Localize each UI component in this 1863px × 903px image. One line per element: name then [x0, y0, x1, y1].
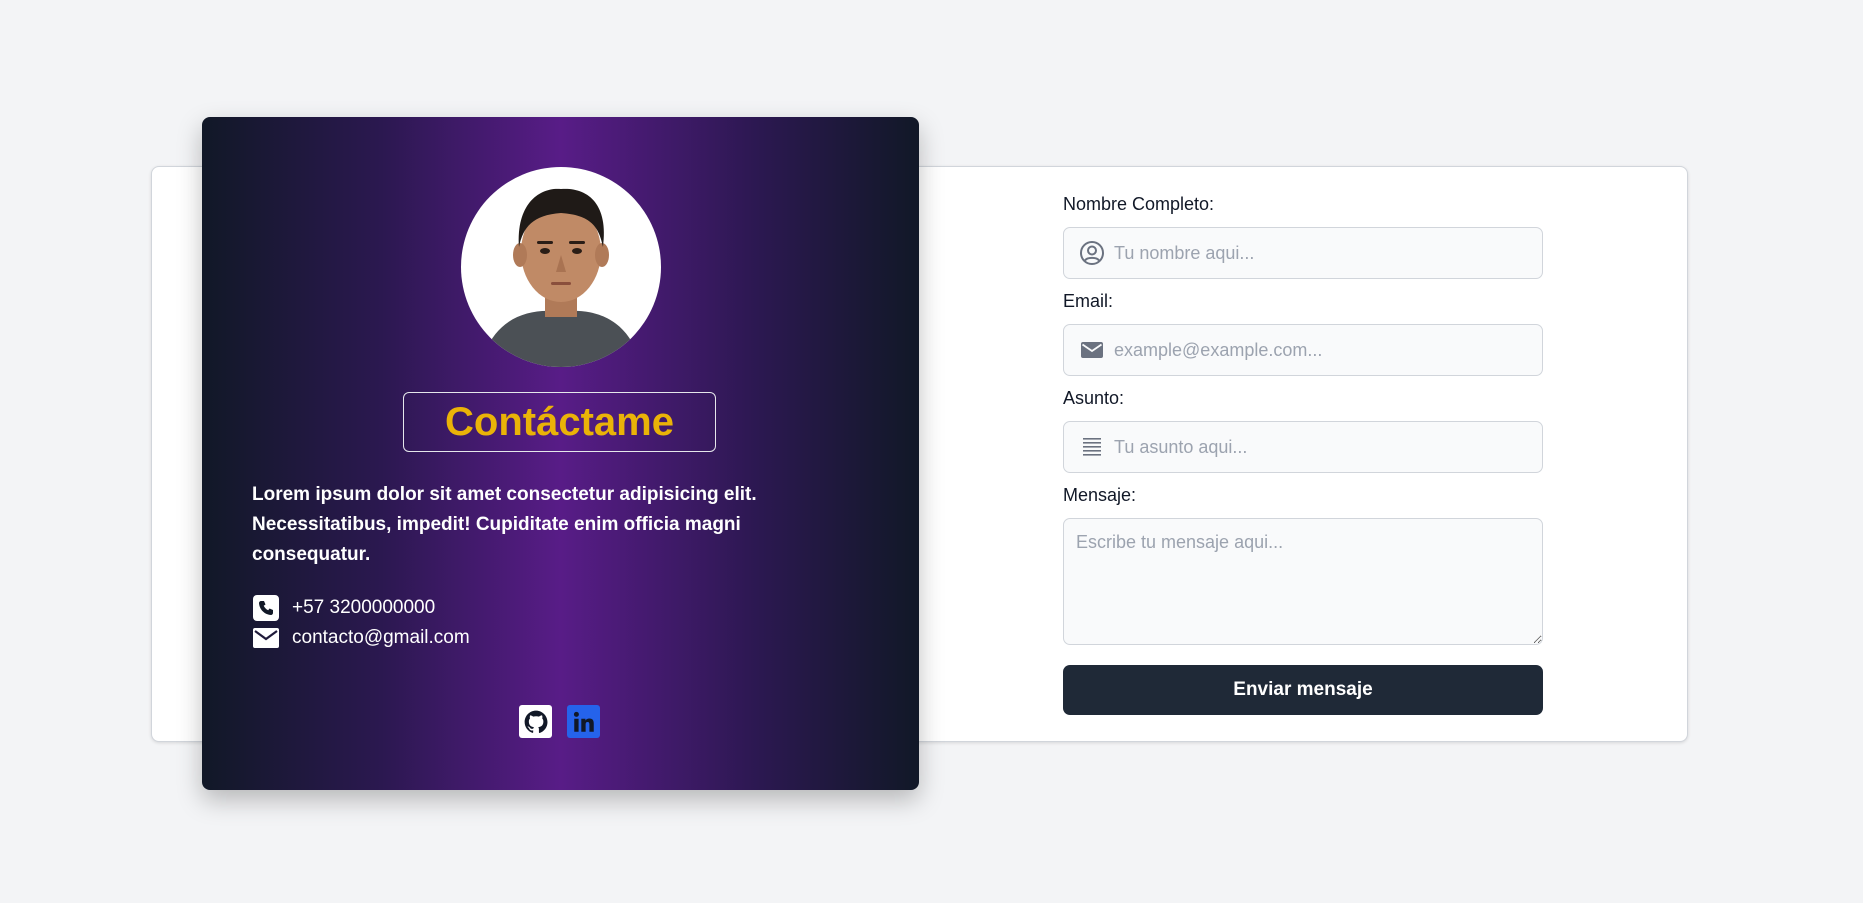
subject-label: Asunto: — [1063, 388, 1125, 408]
send-message-button[interactable]: Enviar mensaje — [1063, 665, 1543, 715]
subject-input[interactable] — [1114, 436, 1514, 458]
intro-text: Lorem ipsum dolor sit amet consectetur a… — [252, 484, 757, 565]
name-input[interactable] — [1114, 242, 1514, 264]
name-label: Nombre Completo: — [1063, 194, 1215, 214]
email-address: contacto@gmail.com — [292, 627, 470, 648]
linkedin-link[interactable] — [567, 705, 600, 738]
phone-icon — [252, 594, 280, 622]
title-box: Contáctame — [403, 392, 716, 452]
avatar — [461, 167, 661, 367]
github-icon — [524, 710, 547, 733]
message-label: Mensaje: — [1063, 485, 1137, 505]
name-field[interactable] — [1063, 227, 1543, 279]
phone-number: +57 3200000000 — [292, 597, 436, 618]
subject-field[interactable] — [1063, 421, 1543, 473]
email-contact: contacto@gmail.com — [252, 624, 470, 652]
lines-icon — [1079, 434, 1105, 460]
linkedin-icon — [573, 711, 594, 732]
user-icon — [1079, 240, 1105, 266]
email-input[interactable] — [1114, 339, 1514, 361]
email-label: Email: — [1063, 291, 1114, 311]
social-links — [519, 705, 600, 738]
page-title: Contáctame — [445, 400, 674, 444]
phone-contact: +57 3200000000 — [252, 594, 435, 622]
email-field[interactable] — [1063, 324, 1543, 376]
envelope-icon — [1079, 337, 1105, 363]
github-link[interactable] — [519, 705, 552, 738]
message-textarea[interactable] — [1063, 518, 1543, 645]
mail-icon — [252, 624, 280, 652]
profile-panel: Contáctame Lorem ipsum dolor sit amet co… — [202, 117, 919, 790]
